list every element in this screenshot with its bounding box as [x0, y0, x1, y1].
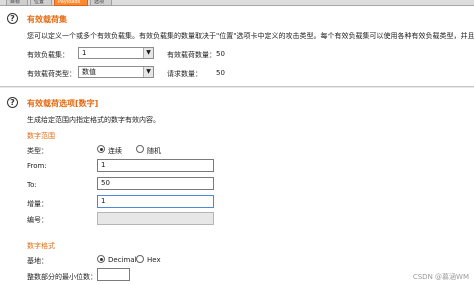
radio-decimal[interactable] — [97, 255, 105, 263]
payload-count-value: 50 — [216, 50, 225, 58]
base-label: 基地： — [27, 257, 48, 265]
request-count-label: 请求数量： — [167, 70, 202, 78]
radio-decimal-label: Decimal — [108, 256, 137, 264]
radio-sequential[interactable] — [97, 145, 105, 153]
from-label: From: — [27, 162, 47, 170]
payload-set-value: 1 — [82, 49, 87, 57]
section-divider — [0, 86, 474, 88]
radio-random[interactable] — [136, 145, 144, 153]
tab-positions[interactable]: 位置 — [30, 0, 52, 6]
from-input[interactable]: 1 — [97, 159, 214, 172]
radio-hex[interactable] — [136, 255, 144, 263]
min-integer-digits-input[interactable] — [97, 268, 130, 281]
to-label: To: — [27, 181, 37, 189]
number-format-title: 数字格式 — [27, 242, 55, 250]
how-many-label: 编号： — [27, 216, 48, 224]
to-input[interactable]: 50 — [97, 177, 214, 190]
chevron-down-icon: ▼ — [143, 48, 153, 58]
step-input[interactable]: 1 — [97, 195, 214, 208]
request-count-value: 50 — [216, 69, 225, 77]
tab-strip: 目标 位置 Payloads 选项 — [0, 0, 474, 6]
payload-set-label: 有效负载集： — [27, 51, 69, 59]
radio-random-label: 随机 — [147, 147, 161, 155]
range-type-label: 类型： — [27, 147, 48, 155]
number-range-title: 数字范围 — [27, 132, 55, 140]
payload-type-value: 数值 — [82, 68, 96, 76]
tab-target[interactable]: 目标 — [6, 0, 28, 6]
radio-hex-label: Hex — [147, 256, 161, 264]
help-icon[interactable]: ? — [7, 97, 18, 108]
payload-sets-description: 您可以定义一个或多个有效负载集。有效负载集的数量取决于"位置"选项卡中定义的攻击… — [27, 32, 474, 40]
payload-type-label: 有效载荷类型： — [27, 70, 76, 78]
payload-set-select[interactable]: 1 ▼ — [78, 47, 154, 59]
tab-options[interactable]: 选项 — [90, 0, 112, 6]
help-icon[interactable]: ? — [7, 13, 18, 24]
payload-count-label: 有效载荷数量： — [167, 51, 216, 59]
watermark: CSDN @慕涵WM — [412, 273, 469, 281]
min-integer-digits-label: 整数部分的最小位数： — [27, 273, 97, 281]
chevron-down-icon: ▼ — [143, 67, 153, 77]
payload-options-title: 有效载荷选项[数字] — [27, 99, 99, 108]
step-label: 增量： — [27, 200, 48, 208]
how-many-input — [97, 212, 214, 225]
tab-payloads[interactable]: Payloads — [54, 0, 88, 6]
payload-sets-title: 有效载荷集 — [27, 15, 67, 24]
payload-type-select[interactable]: 数值 ▼ — [78, 66, 154, 78]
radio-sequential-label: 连续 — [108, 147, 122, 155]
payload-options-description: 生成给定范围内指定格式的数字有效内容。 — [27, 116, 160, 124]
